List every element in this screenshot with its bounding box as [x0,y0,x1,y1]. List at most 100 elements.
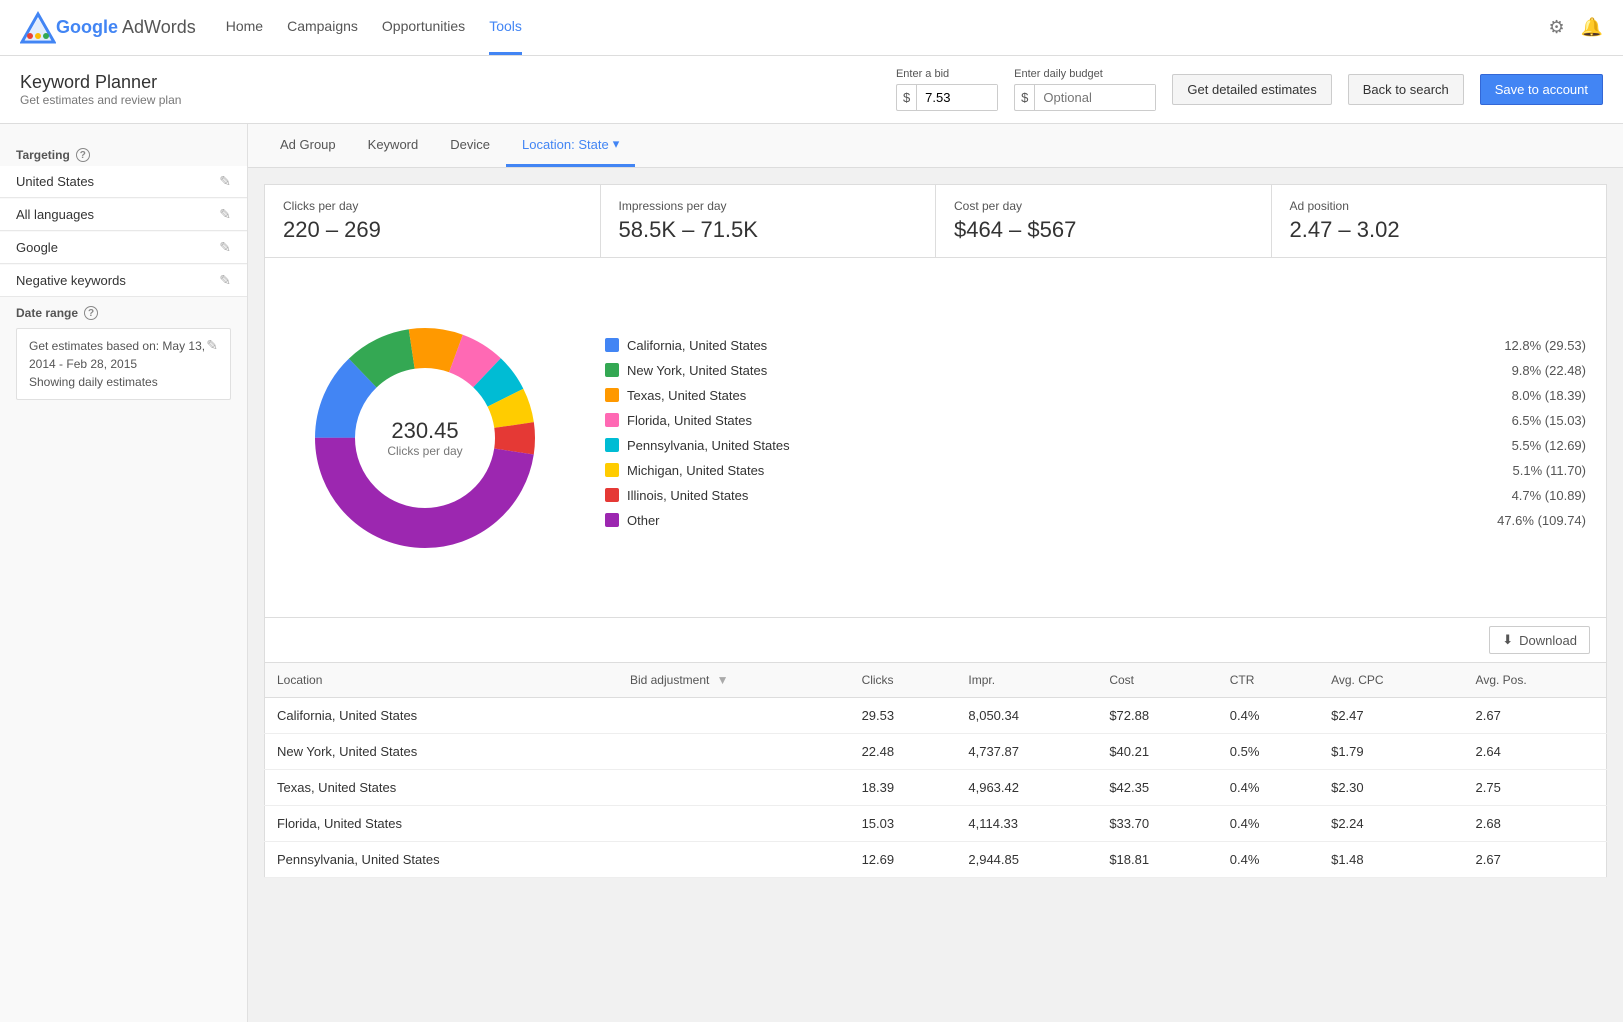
tab-keyword[interactable]: Keyword [352,124,435,168]
tab-location-state[interactable]: Location: State ▾ [506,124,635,167]
legend-name: Pennsylvania, United States [627,438,1504,453]
table-header-row: Location Bid adjustment ▼ Clicks Impr. C… [265,663,1607,698]
col-location: Location [265,663,618,698]
col-ctr: CTR [1218,663,1319,698]
logo-icon [20,10,56,46]
date-range-help-icon[interactable]: ? [84,306,98,320]
nav-tools[interactable]: Tools [489,0,522,55]
bid-input[interactable] [917,85,997,110]
back-to-search-button[interactable]: Back to search [1348,74,1464,105]
col-cost: Cost [1097,663,1217,698]
bid-dollar-sign: $ [897,85,917,110]
legend-color-swatch [605,388,619,402]
clicks-value: 220 – 269 [283,217,582,243]
sidebar: Targeting ? United States ✎ All language… [0,124,248,1022]
stat-adpos: Ad position 2.47 – 3.02 [1272,185,1607,257]
donut-chart: 230.45 Clicks per day [285,298,565,578]
sidebar-item-negative-keywords: Negative keywords ✎ [0,265,247,297]
cost-value: $464 – $567 [954,217,1253,243]
cell-avg-pos: 2.67 [1464,698,1607,734]
get-detailed-estimates-button[interactable]: Get detailed estimates [1172,74,1331,105]
nav-home[interactable]: Home [226,0,263,55]
tab-ad-group[interactable]: Ad Group [264,124,352,168]
cell-avg-pos: 2.68 [1464,806,1607,842]
cell-bid [618,770,850,806]
chevron-down-icon: ▾ [613,136,620,152]
donut-center-value: 230.45 [387,418,462,444]
cell-avg-cpc: $2.47 [1319,698,1463,734]
stat-clicks: Clicks per day 220 – 269 [265,185,601,257]
cell-clicks: 15.03 [850,806,957,842]
stat-impressions: Impressions per day 58.5K – 71.5K [601,185,937,257]
logo-area: Google AdWords [20,10,196,46]
legend-name: Illinois, United States [627,488,1504,503]
network-edit-icon[interactable]: ✎ [219,239,231,256]
legend-item: New York, United States 9.8% (22.48) [605,363,1586,378]
col-bid-adjustment[interactable]: Bid adjustment ▼ [618,663,850,698]
cell-avg-cpc: $1.48 [1319,842,1463,878]
budget-dollar-sign: $ [1015,85,1035,110]
legend-value: 12.8% (29.53) [1504,338,1586,353]
legend-value: 47.6% (109.74) [1497,513,1586,528]
table-row: California, United States 29.53 8,050.34… [265,698,1607,734]
notifications-icon[interactable]: 🔔 [1581,17,1603,38]
cell-bid [618,806,850,842]
download-button[interactable]: ⬇ Download [1489,626,1590,654]
legend-value: 5.1% (11.70) [1513,463,1586,478]
nav-campaigns[interactable]: Campaigns [287,0,358,55]
cell-clicks: 12.69 [850,842,957,878]
cell-impr: 4,963.42 [956,770,1097,806]
cell-ctr: 0.4% [1218,698,1319,734]
legend-color-swatch [605,363,619,377]
cell-cost: $42.35 [1097,770,1217,806]
legend-value: 9.8% (22.48) [1512,363,1586,378]
targeting-help-icon[interactable]: ? [76,148,90,162]
sidebar-item-language: All languages ✎ [0,199,247,231]
settings-icon[interactable]: ⚙ [1548,17,1564,38]
cell-avg-cpc: $2.30 [1319,770,1463,806]
legend-item: Texas, United States 8.0% (18.39) [605,388,1586,403]
stat-cost: Cost per day $464 – $567 [936,185,1272,257]
legend-item: Illinois, United States 4.7% (10.89) [605,488,1586,503]
legend-value: 8.0% (18.39) [1512,388,1586,403]
legend-value: 5.5% (12.69) [1512,438,1586,453]
page-title-area: Keyword Planner Get estimates and review… [20,72,181,107]
cell-avg-pos: 2.67 [1464,842,1607,878]
cell-ctr: 0.5% [1218,734,1319,770]
cell-impr: 2,944.85 [956,842,1097,878]
cell-clicks: 29.53 [850,698,957,734]
budget-input[interactable] [1035,85,1155,110]
cell-location: California, United States [265,698,618,734]
page-subtitle: Get estimates and review plan [20,93,181,107]
download-label: Download [1519,633,1577,648]
negative-keywords-edit-icon[interactable]: ✎ [219,272,231,289]
date-edit-icon[interactable]: ✎ [206,337,218,354]
legend-value: 6.5% (15.03) [1512,413,1586,428]
tab-device[interactable]: Device [434,124,506,168]
nav-opportunities[interactable]: Opportunities [382,0,465,55]
targeting-section-title: Targeting ? [0,140,247,166]
bid-input-group: $ [896,84,998,111]
cell-location: Florida, United States [265,806,618,842]
save-to-account-button[interactable]: Save to account [1480,74,1603,105]
bid-label: Enter a bid [896,68,998,80]
legend-color-swatch [605,488,619,502]
col-clicks: Clicks [850,663,957,698]
cell-impr: 4,737.87 [956,734,1097,770]
legend-color-swatch [605,438,619,452]
cell-ctr: 0.4% [1218,770,1319,806]
chart-area: 230.45 Clicks per day California, United… [264,258,1607,618]
download-bar: ⬇ Download [264,618,1607,663]
legend-name: Other [627,513,1489,528]
col-avg-cpc: Avg. CPC [1319,663,1463,698]
cell-clicks: 18.39 [850,770,957,806]
country-label: United States [16,174,94,189]
language-edit-icon[interactable]: ✎ [219,206,231,223]
country-edit-icon[interactable]: ✎ [219,173,231,190]
cell-cost: $40.21 [1097,734,1217,770]
main-nav: Home Campaigns Opportunities Tools [226,0,1549,55]
legend-item: Pennsylvania, United States 5.5% (12.69) [605,438,1586,453]
legend-color-swatch [605,463,619,477]
cell-cost: $72.88 [1097,698,1217,734]
date-box-text: Get estimates based on: May 13, 2014 - F… [29,337,206,391]
